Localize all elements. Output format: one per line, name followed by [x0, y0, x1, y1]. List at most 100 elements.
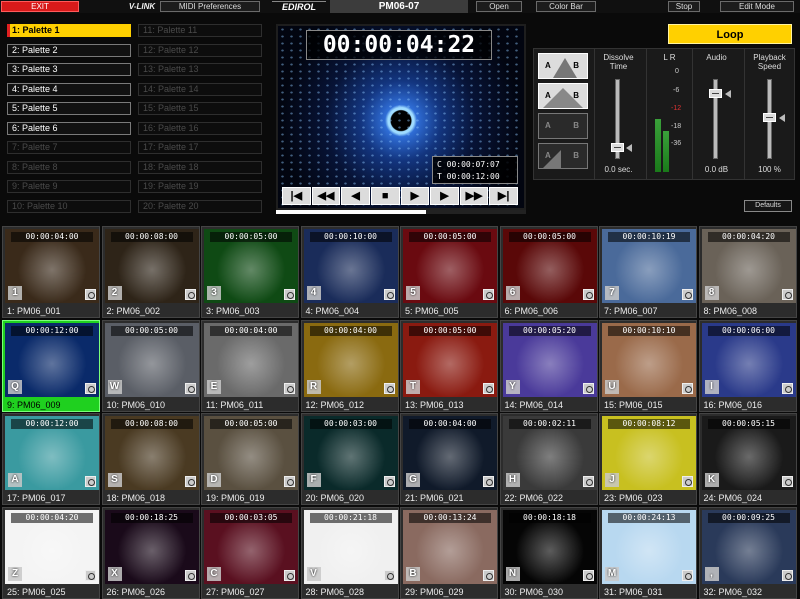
step-back-icon[interactable]: ◀ [341, 187, 370, 205]
transition-wipe-button[interactable]: A B [538, 53, 588, 79]
palette-8[interactable]: 8: Palette 8 [7, 160, 131, 174]
step-forward-icon[interactable]: ▶ [430, 187, 459, 205]
loop-icon[interactable] [781, 382, 793, 394]
palette-3[interactable]: 3: Palette 3 [7, 63, 131, 76]
loop-icon[interactable] [383, 476, 395, 487]
fast-forward-icon[interactable]: ▶▶ [459, 187, 489, 205]
clip-tile[interactable]: 00:00:08:00 2 2: PM06_002 [101, 226, 200, 318]
clip-tile[interactable]: 00:00:05:00 6 6: PM06_006 [499, 226, 598, 318]
palette-6[interactable]: 6: Palette 6 [7, 121, 131, 135]
loop-icon[interactable] [85, 569, 96, 581]
palette-14[interactable]: 14: Palette 14 [138, 82, 262, 96]
dissolve-slider-knob[interactable] [611, 143, 624, 152]
clip-tile[interactable]: 00:00:08:12 J 23: PM06_023 [599, 413, 697, 505]
loop-icon[interactable] [781, 476, 793, 487]
skip-start-icon[interactable]: |◀ [282, 187, 311, 205]
loop-icon[interactable] [184, 289, 196, 300]
loop-icon[interactable] [781, 569, 793, 581]
clip-tile[interactable]: 00:00:05:00 5 5: PM06_005 [400, 226, 498, 318]
loop-icon[interactable] [483, 289, 494, 300]
loop-icon[interactable] [582, 569, 594, 581]
color-bar-button[interactable]: Color Bar [536, 1, 596, 12]
palette-4[interactable]: 4: Palette 4 [7, 82, 131, 96]
clip-tile[interactable]: 00:00:04:00 G 21: PM06_021 [400, 413, 498, 505]
loop-button[interactable]: Loop [668, 24, 792, 44]
palette-2[interactable]: 2: Palette 2 [7, 43, 131, 57]
loop-icon[interactable] [284, 382, 295, 394]
clip-tile[interactable]: 00:00:04:20 Z 25: PM06_025 [2, 506, 100, 599]
loop-icon[interactable] [383, 569, 395, 581]
loop-icon[interactable] [85, 476, 96, 487]
clip-tile[interactable]: 00:00:03:00 F 20: PM06_020 [300, 413, 399, 505]
clip-tile[interactable]: 00:00:05:00 T 13: PM06_013 [400, 319, 498, 412]
clip-tile[interactable]: 00:00:10:00 4 4: PM06_004 [300, 226, 399, 318]
clip-tile[interactable]: 00:00:12:00 A 17: PM06_017 [2, 413, 100, 505]
loop-icon[interactable] [85, 382, 96, 394]
loop-icon[interactable] [85, 289, 96, 300]
midi-preferences-button[interactable]: MIDI Preferences [160, 1, 260, 12]
loop-icon[interactable] [582, 289, 594, 300]
loop-icon[interactable] [483, 382, 494, 394]
audio-slider-knob[interactable] [709, 89, 722, 98]
clip-tile[interactable]: 00:00:05:00 W 10: PM06_010 [101, 319, 200, 412]
loop-icon[interactable] [682, 289, 693, 300]
clip-tile[interactable]: 00:00:04:00 E 11: PM06_011 [201, 319, 299, 412]
clip-tile[interactable]: 00:00:10:19 7 7: PM06_007 [599, 226, 697, 318]
transition-diagonal-button[interactable]: A B [538, 143, 588, 169]
clip-tile[interactable]: 00:00:04:00 1 1: PM06_001 [2, 226, 100, 318]
loop-icon[interactable] [284, 569, 295, 581]
defaults-button[interactable]: Defaults [744, 200, 792, 212]
rewind-icon[interactable]: ◀◀ [311, 187, 341, 205]
palette-16[interactable]: 16: Palette 16 [138, 121, 262, 135]
playback-progress[interactable] [276, 210, 526, 214]
palette-18[interactable]: 18: Palette 18 [138, 160, 262, 174]
loop-icon[interactable] [184, 382, 196, 394]
loop-icon[interactable] [284, 289, 295, 300]
transition-cut-button[interactable]: A B [538, 113, 588, 139]
palette-12[interactable]: 12: Palette 12 [138, 43, 262, 57]
loop-icon[interactable] [682, 476, 693, 487]
palette-10[interactable]: 10: Palette 10 [7, 199, 131, 213]
palette-20[interactable]: 20: Palette 20 [138, 199, 262, 213]
clip-tile[interactable]: 00:00:13:24 B 29: PM06_029 [400, 506, 498, 599]
palette-11[interactable]: 11: Palette 11 [138, 24, 262, 37]
loop-icon[interactable] [781, 289, 793, 300]
palette-9[interactable]: 9: Palette 9 [7, 180, 131, 193]
clip-tile[interactable]: 00:00:24:13 M 31: PM06_031 [599, 506, 697, 599]
open-button[interactable]: Open [476, 1, 522, 12]
clip-tile[interactable]: 00:00:05:15 K 24: PM06_024 [698, 413, 797, 505]
clip-tile[interactable]: 00:00:18:25 X 26: PM06_026 [101, 506, 200, 599]
clip-tile[interactable]: 00:00:21:18 V 28: PM06_028 [300, 506, 399, 599]
clip-tile[interactable]: 00:00:05:00 3 3: PM06_003 [201, 226, 299, 318]
transition-triangle-button[interactable]: A B [538, 83, 588, 109]
palette-19[interactable]: 19: Palette 19 [138, 180, 262, 193]
loop-icon[interactable] [383, 289, 395, 300]
palette-13[interactable]: 13: Palette 13 [138, 63, 262, 76]
clip-tile[interactable]: 00:00:05:20 Y 14: PM06_014 [499, 319, 598, 412]
loop-icon[interactable] [582, 382, 594, 394]
clip-tile[interactable]: 00:00:12:00 Q 9: PM06_009 [2, 319, 100, 412]
clip-tile[interactable]: 00:00:06:00 I 16: PM06_016 [698, 319, 797, 412]
clip-tile[interactable]: 00:00:05:00 D 19: PM06_019 [201, 413, 299, 505]
clip-tile[interactable]: 00:00:03:05 C 27: PM06_027 [201, 506, 299, 599]
palette-5[interactable]: 5: Palette 5 [7, 102, 131, 115]
palette-1[interactable]: 1: Palette 1 [7, 24, 131, 37]
clip-tile[interactable]: 00:00:04:00 R 12: PM06_012 [300, 319, 399, 412]
clip-tile[interactable]: 00:00:09:25, 32: PM06_032 [698, 506, 797, 599]
palette-17[interactable]: 17: Palette 17 [138, 141, 262, 154]
clip-tile[interactable]: 00:00:02:11 H 22: PM06_022 [499, 413, 598, 505]
loop-icon[interactable] [582, 476, 594, 487]
loop-icon[interactable] [184, 476, 196, 487]
palette-15[interactable]: 15: Palette 15 [138, 102, 262, 115]
loop-icon[interactable] [483, 476, 494, 487]
loop-icon[interactable] [682, 382, 693, 394]
loop-icon[interactable] [383, 382, 395, 394]
edit-mode-button[interactable]: Edit Mode [720, 1, 794, 12]
clip-tile[interactable]: 00:00:08:00 S 18: PM06_018 [101, 413, 200, 505]
loop-icon[interactable] [682, 569, 693, 581]
stop-icon[interactable]: ■ [370, 187, 400, 205]
loop-icon[interactable] [284, 476, 295, 487]
loop-icon[interactable] [184, 569, 196, 581]
speed-slider-knob[interactable] [763, 113, 776, 122]
exit-button[interactable]: EXIT [1, 1, 79, 12]
